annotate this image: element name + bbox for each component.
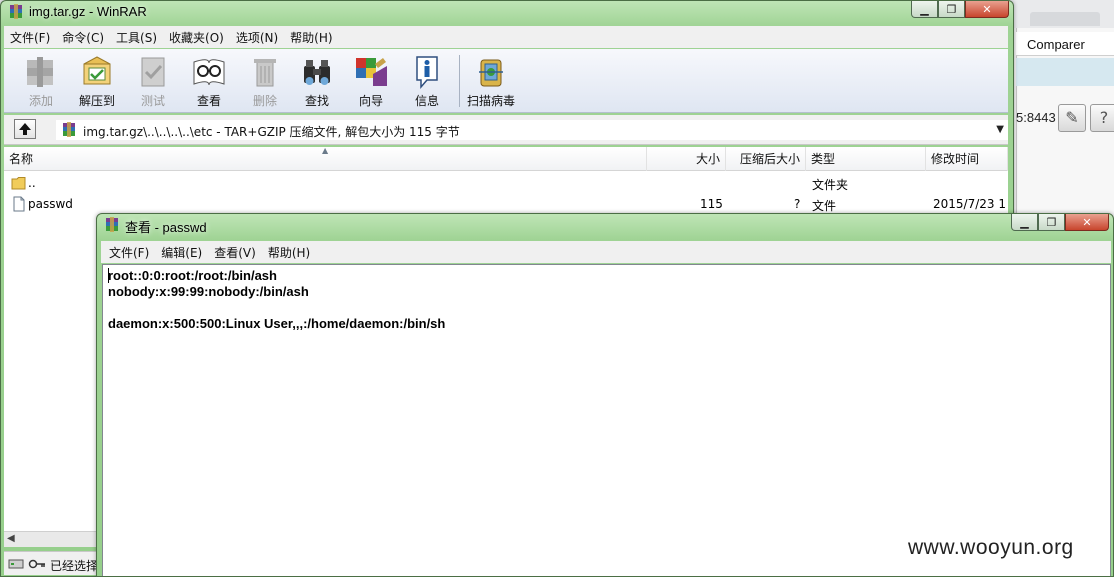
viewer-menubar: 文件(F) 编辑(E) 查看(V) 帮助(H) bbox=[101, 241, 1111, 263]
winrar-toolbar: 添加 解压到 测试 查看 删除 查找 向导 信息 扫描病毒 bbox=[4, 49, 1008, 113]
info-icon bbox=[416, 56, 438, 90]
maximize-icon: ❐ bbox=[1046, 215, 1057, 229]
file-modified: 2015/7/23 1 bbox=[933, 197, 1006, 211]
file-list-header: 名称 ▲ 大小 压缩后大小 类型 修改时间 bbox=[4, 146, 1008, 171]
menu-file[interactable]: 文件(F) bbox=[4, 29, 56, 46]
background-tab bbox=[1030, 12, 1100, 26]
viewer-close-button[interactable]: ✕ bbox=[1065, 214, 1109, 231]
up-folder-button[interactable] bbox=[14, 119, 36, 139]
winrar-menubar: 文件(F) 命令(C) 工具(S) 收藏夹(O) 选项(N) 帮助(H) bbox=[4, 26, 1008, 48]
archive-path-text: img.tar.gz\..\..\..\..\etc - TAR+GZIP 压缩… bbox=[83, 125, 460, 139]
viewer-menu-edit[interactable]: 编辑(E) bbox=[155, 244, 208, 261]
add-icon bbox=[27, 57, 53, 87]
test-button[interactable]: 测试 bbox=[126, 52, 180, 110]
info-label: 信息 bbox=[414, 94, 439, 108]
drive-icon bbox=[8, 559, 24, 569]
menu-favorites[interactable]: 收藏夹(O) bbox=[163, 29, 230, 46]
help-icon[interactable]: ? bbox=[1090, 104, 1114, 132]
key-icon bbox=[28, 559, 45, 569]
wizard-button[interactable]: 向导 bbox=[344, 52, 398, 110]
passwd-content: root::0:0:root:/root:/bin/ash nobody:x:9… bbox=[108, 268, 446, 331]
extract-icon bbox=[83, 56, 111, 85]
file-type: 文件夹 bbox=[812, 178, 849, 192]
winrar-address-bar: img.tar.gz\..\..\..\..\etc - TAR+GZIP 压缩… bbox=[4, 115, 1008, 145]
file-content-textarea[interactable]: root::0:0:root:/root:/bin/ash nobody:x:9… bbox=[102, 264, 1111, 576]
dropdown-arrow-icon[interactable]: ▼ bbox=[996, 124, 1004, 135]
winrar-title: img.tar.gz - WinRAR bbox=[29, 4, 147, 19]
viewer-menu-view[interactable]: 查看(V) bbox=[208, 244, 262, 261]
background-blue-band bbox=[1016, 58, 1114, 86]
close-icon: ✕ bbox=[1082, 215, 1092, 229]
comparer-tab-label: Comparer bbox=[1027, 37, 1085, 52]
close-icon: ✕ bbox=[982, 2, 992, 16]
column-header-size[interactable]: 大小 bbox=[647, 147, 726, 171]
viewer-maximize-button[interactable]: ❐ bbox=[1038, 214, 1065, 231]
viewer-caption-buttons: ▁ ❐ ✕ bbox=[1011, 214, 1109, 232]
delete-icon bbox=[254, 59, 276, 87]
info-button[interactable]: 信息 bbox=[400, 52, 454, 110]
file-type: 文件 bbox=[812, 199, 837, 213]
file-row-passwd[interactable]: passwd 115 ? 文件 2015/7/23 1 bbox=[4, 194, 1008, 215]
maximize-button[interactable]: ❐ bbox=[938, 1, 965, 18]
view-icon bbox=[193, 59, 225, 86]
file-row-parent[interactable]: .. 文件夹 bbox=[4, 173, 1008, 194]
horizontal-scrollbar[interactable]: ◀ bbox=[4, 531, 102, 547]
extract-to-button[interactable]: 解压到 bbox=[70, 52, 124, 110]
add-button[interactable]: 添加 bbox=[14, 52, 68, 110]
background-port-row: 5:8443 ✎ ? bbox=[1016, 100, 1114, 134]
menu-tools[interactable]: 工具(S) bbox=[110, 29, 163, 46]
file-size: 115 bbox=[700, 197, 723, 211]
virus-scan-label: 扫描病毒 bbox=[466, 94, 515, 108]
viewer-menu-file[interactable]: 文件(F) bbox=[103, 244, 155, 261]
viewer-window: 查看 - passwd ▁ ❐ ✕ 文件(F) 编辑(E) 查看(V) 帮助(H… bbox=[96, 213, 1114, 577]
viewer-title: 查看 - passwd bbox=[125, 220, 207, 235]
file-packed-size: ? bbox=[794, 197, 801, 211]
viewer-app-icon bbox=[106, 217, 118, 232]
column-header-packed-size[interactable]: 压缩后大小 bbox=[726, 147, 806, 171]
winrar-titlebar[interactable]: img.tar.gz - WinRAR ▁ ❐ ✕ bbox=[1, 1, 1013, 23]
close-button[interactable]: ✕ bbox=[965, 1, 1009, 18]
viewer-minimize-button[interactable]: ▁ bbox=[1011, 214, 1038, 231]
viewer-titlebar[interactable]: 查看 - passwd ▁ ❐ ✕ bbox=[97, 214, 1113, 236]
watermark-text: www.wooyun.org bbox=[908, 536, 1074, 559]
folder-icon bbox=[11, 177, 26, 190]
minimize-button[interactable]: ▁ bbox=[911, 1, 938, 18]
column-header-modified[interactable]: 修改时间 bbox=[926, 147, 1008, 171]
up-arrow-icon bbox=[19, 123, 31, 135]
file-icon bbox=[13, 196, 25, 212]
archive-icon bbox=[63, 122, 75, 137]
file-name: .. bbox=[28, 176, 36, 190]
file-name: passwd bbox=[28, 197, 73, 211]
menu-options[interactable]: 选项(N) bbox=[230, 29, 284, 46]
status-text: 已经选择 bbox=[50, 559, 99, 573]
menu-commands[interactable]: 命令(C) bbox=[56, 29, 110, 46]
winrar-caption-buttons: ▁ ❐ ✕ bbox=[911, 1, 1009, 19]
column-header-type[interactable]: 类型 bbox=[806, 147, 926, 171]
maximize-icon: ❐ bbox=[946, 2, 957, 16]
virus-scan-icon bbox=[479, 59, 503, 87]
minimize-icon: ▁ bbox=[920, 2, 929, 16]
view-button[interactable]: 查看 bbox=[182, 52, 236, 110]
viewer-menu-help[interactable]: 帮助(H) bbox=[262, 244, 316, 261]
find-button[interactable]: 查找 bbox=[290, 52, 344, 110]
test-icon bbox=[141, 57, 165, 87]
minimize-icon: ▁ bbox=[1020, 215, 1029, 229]
find-icon bbox=[304, 60, 330, 85]
port-text: 5:8443 bbox=[1016, 110, 1056, 125]
winrar-app-icon bbox=[10, 4, 22, 19]
menu-help[interactable]: 帮助(H) bbox=[284, 29, 338, 46]
scroll-left-icon[interactable]: ◀ bbox=[7, 533, 15, 544]
wizard-icon bbox=[356, 58, 387, 86]
edit-icon[interactable]: ✎ bbox=[1058, 104, 1086, 132]
comparer-tab[interactable]: Comparer bbox=[1016, 32, 1114, 56]
sort-ascending-icon: ▲ bbox=[322, 146, 329, 155]
archive-path-combobox[interactable]: img.tar.gz\..\..\..\..\etc - TAR+GZIP 压缩… bbox=[56, 120, 1008, 140]
virus-scan-button[interactable]: 扫描病毒 bbox=[464, 52, 518, 110]
